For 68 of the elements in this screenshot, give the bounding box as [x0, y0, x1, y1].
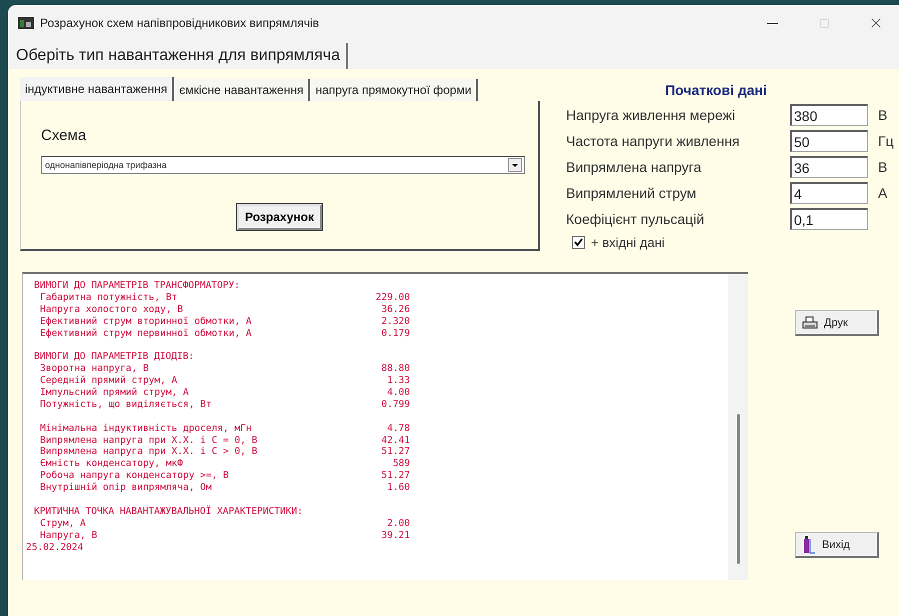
report-label: Імпульсний прямий струм, А: [40, 387, 190, 399]
report-value: 2.320: [380, 316, 410, 328]
scheme-dropdown[interactable]: однонапівперіодна трифазна: [41, 156, 525, 174]
report-label: Зворотна напруга, В: [40, 363, 150, 376]
report-value: 36.26: [380, 304, 410, 316]
calculate-button[interactable]: Розрахунок: [237, 204, 322, 230]
input-field[interactable]: 4: [790, 182, 868, 204]
report-value: 51.27: [380, 446, 410, 458]
report-value: 0.179: [380, 328, 410, 340]
field-label: Випрямлений струм: [566, 185, 698, 201]
report-value: 589: [392, 458, 410, 470]
report-value: 51.27: [380, 470, 410, 482]
field-label: Частота напруги живлення: [566, 133, 741, 149]
report-value: 39.21: [380, 530, 410, 542]
input-field[interactable]: 50: [790, 130, 868, 152]
report-value: 88.80: [380, 363, 410, 376]
input-field[interactable]: 0,1: [790, 208, 868, 230]
report-heading: КРИТИЧНА ТОЧКА НАВАНТАЖУВАЛЬНОЇ ХАРАКТЕРИСТИКИ:: [34, 506, 303, 518]
report-label: Мінімальна індуктивність дроселя, мГн: [40, 422, 253, 435]
report-label: Ефективний струм первинної обмотки, А: [40, 328, 253, 340]
report-label: Середній прямий струм, А: [40, 375, 178, 388]
report-value: 1.33: [386, 375, 410, 388]
tab[interactable]: ємкісне навантаження: [174, 79, 310, 101]
report-heading: ВИМОГИ ДО ПАРАМЕТРІВ ТРАНСФОРМАТОРУ:: [34, 280, 240, 292]
report-value: 1.60: [386, 482, 410, 494]
app-icon: [18, 17, 34, 29]
report-value: 42.41: [380, 434, 410, 446]
report-value: 229.00: [374, 292, 410, 304]
checkbox-label: + вхідні дані: [591, 234, 665, 250]
maximize-icon: [818, 18, 830, 28]
report-value: 0.799: [380, 398, 410, 411]
window-title: Розрахунок схем напівпровідникових випрямлячів: [40, 16, 320, 30]
minimize-icon: [766, 22, 778, 24]
report-value: 2.00: [386, 518, 410, 530]
scheme-label: Схема: [41, 127, 88, 144]
unit-label: Гц: [878, 133, 894, 149]
tab[interactable]: індуктивне навантаження: [20, 77, 174, 101]
report-label: Ефективний струм вторинної обмотки, А: [40, 316, 253, 328]
print-button[interactable]: Друк: [795, 310, 879, 336]
field-label: Коефіцієнт пульсацій: [566, 211, 706, 227]
printer-icon: [802, 316, 818, 330]
field-label: Випрямлена напруга: [566, 159, 702, 175]
report-value: 4.78: [386, 422, 410, 435]
exit-button[interactable]: Вихід: [795, 532, 879, 558]
report-label: Потужність, що виділяється, Вт: [40, 398, 213, 411]
tab[interactable]: напруга прямокутної форми: [310, 79, 478, 101]
report-label: Робоча напруга конденсатору >=, В: [40, 470, 230, 482]
input-field[interactable]: 380: [790, 104, 868, 126]
unit-label: В: [878, 107, 888, 123]
report-label: Внутрішній опір випрямляча, Ом: [40, 482, 213, 494]
unit-label: В: [878, 159, 888, 175]
report-label: Напруга холостого ходу, В: [40, 304, 184, 316]
checkbox[interactable]: [572, 236, 585, 248]
report-label: Випрямлена напруга при Х.Х. і С = 0, В: [40, 434, 258, 446]
report-heading: ВИМОГИ ДО ПАРАМЕТРІВ ДІОДІВ:: [34, 351, 194, 364]
field-label: Напруга живлення мережі: [566, 107, 736, 123]
section-title: Початкові дані: [664, 82, 768, 98]
report-value: 4.00: [386, 387, 410, 399]
door-icon: [802, 536, 816, 554]
report-label: Напруга, В: [40, 530, 98, 542]
report-date: 25.02.2024: [26, 542, 84, 554]
report-label: Струм, А: [40, 518, 87, 530]
report-label: Ємність конденсатору, мкФ: [40, 458, 184, 470]
report-label: Випрямлена напруга при Х.Х. і С > 0, В: [40, 446, 258, 458]
unit-label: А: [878, 185, 888, 201]
input-field[interactable]: 36: [790, 156, 868, 178]
report-label: Габаритна потужність, Вт: [40, 292, 178, 304]
scrollbar[interactable]: [728, 274, 748, 580]
